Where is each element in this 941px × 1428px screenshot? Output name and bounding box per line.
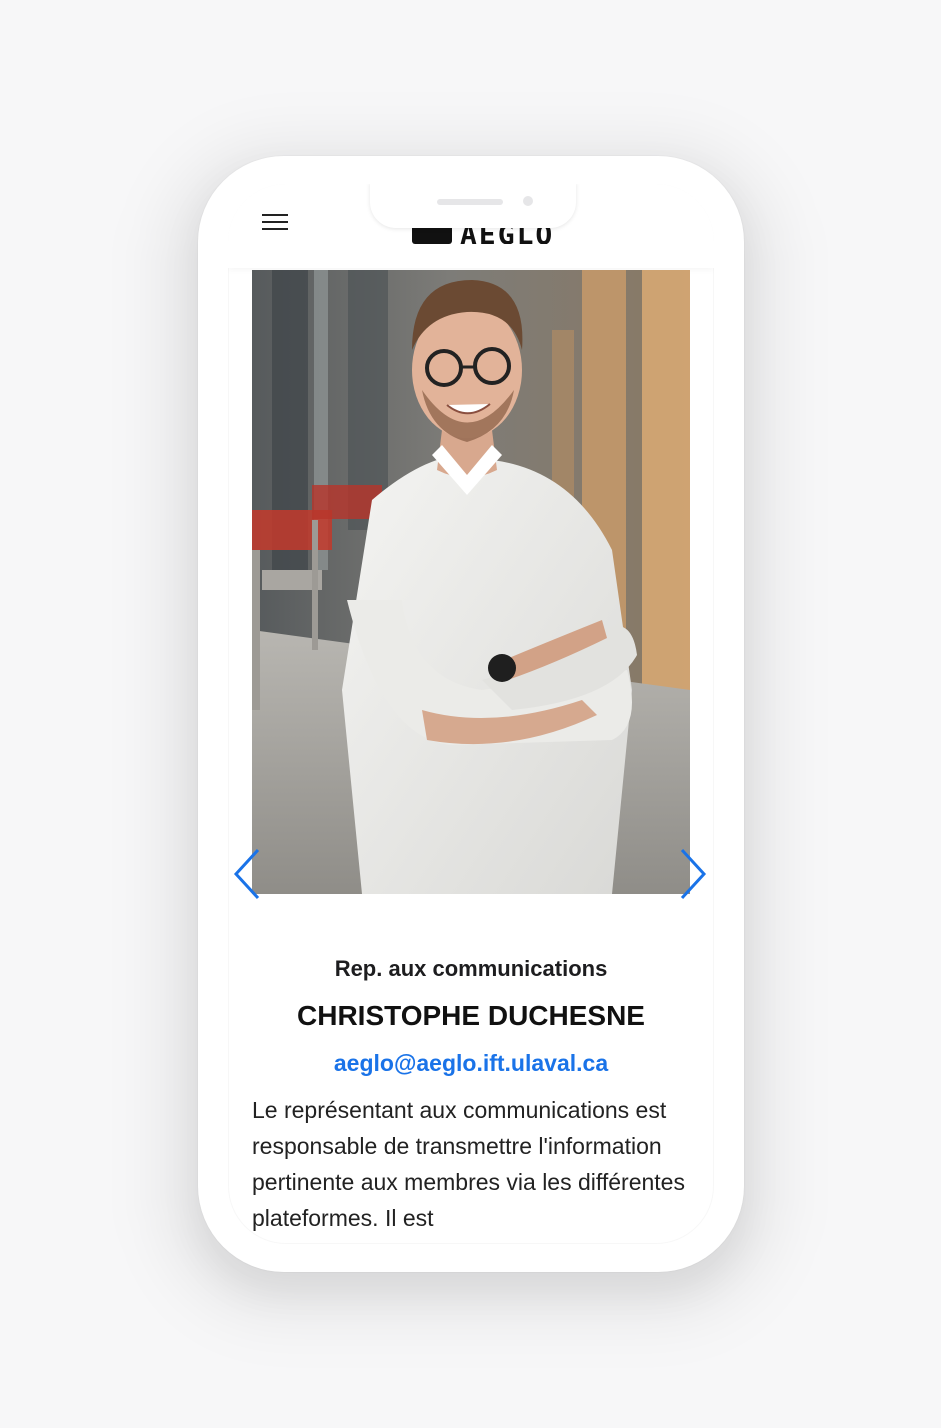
chevron-right-icon xyxy=(680,848,707,900)
page-background: AEGLO Rep. aux communications CHRISTOPHE… xyxy=(0,0,941,1428)
member-email-link[interactable]: aeglo@aeglo.ift.ulaval.ca xyxy=(228,1050,714,1077)
front-camera xyxy=(523,196,533,206)
phone-notch xyxy=(370,184,576,228)
phone-screen: AEGLO Rep. aux communications CHRISTOPHE… xyxy=(228,184,714,1244)
hamburger-icon[interactable] xyxy=(262,214,288,234)
person-photo xyxy=(252,270,690,894)
member-description: Le représentant aux communications est r… xyxy=(252,1097,685,1231)
phone-mockup: AEGLO Rep. aux communications CHRISTOPHE… xyxy=(198,156,744,1272)
carousel-next-button[interactable] xyxy=(676,846,708,902)
member-name: CHRISTOPHE DUCHESNE xyxy=(297,1000,645,1031)
chevron-left-icon xyxy=(233,848,260,900)
speaker-grille xyxy=(437,199,503,205)
member-role: Rep. aux communications xyxy=(334,956,608,981)
carousel-prev-button[interactable] xyxy=(232,846,264,902)
